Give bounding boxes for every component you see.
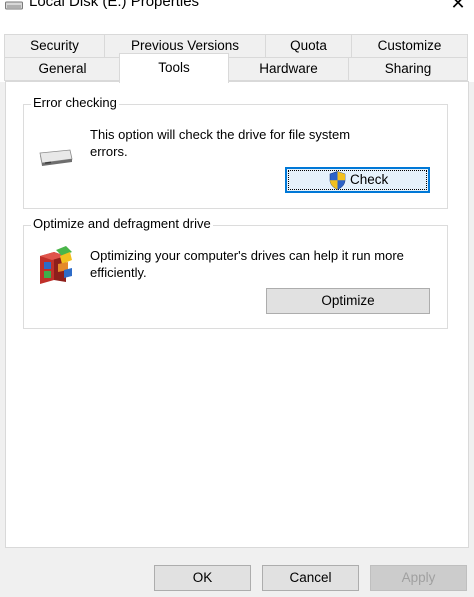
tab-strip: Security Previous Versions Quota Customi… [0,14,474,83]
optimize-description: Optimizing your computer's drives can he… [90,248,404,280]
ok-button[interactable]: OK [154,565,251,591]
hard-drive-icon [39,149,73,166]
defrag-icon [40,246,72,284]
apply-button[interactable]: Apply [370,565,467,591]
uac-shield-icon [329,171,346,190]
title-bar: Local Disk (E:) Properties ✕ [0,0,474,14]
tab-quota[interactable]: Quota [265,34,352,58]
tab-security[interactable]: Security [4,34,105,58]
tab-general[interactable]: General [4,57,121,81]
close-button[interactable]: ✕ [450,0,466,12]
error-checking-label: Error checking [31,95,119,111]
error-checking-group: Error checking This option will check th… [23,95,448,209]
properties-dialog: Local Disk (E:) Properties ✕ Security Pr… [0,0,474,597]
tools-panel: Error checking This option will check th… [5,81,469,548]
optimize-button[interactable]: Optimize [266,288,430,314]
window-title: Local Disk (E:) Properties [29,0,200,10]
optimize-group: Optimize and defragment drive Optimizing… [23,216,448,329]
tab-customize[interactable]: Customize [351,34,468,58]
tab-tools[interactable]: Tools [119,53,229,83]
cancel-button[interactable]: Cancel [262,565,359,591]
tab-hardware[interactable]: Hardware [228,57,349,81]
check-button-label: Check [350,172,389,187]
error-checking-description: This option will check the drive for fil… [90,127,351,159]
tab-sharing[interactable]: Sharing [348,57,468,81]
optimize-label: Optimize and defragment drive [31,216,213,232]
drive-icon [5,1,23,10]
check-button[interactable]: Check [285,167,430,193]
